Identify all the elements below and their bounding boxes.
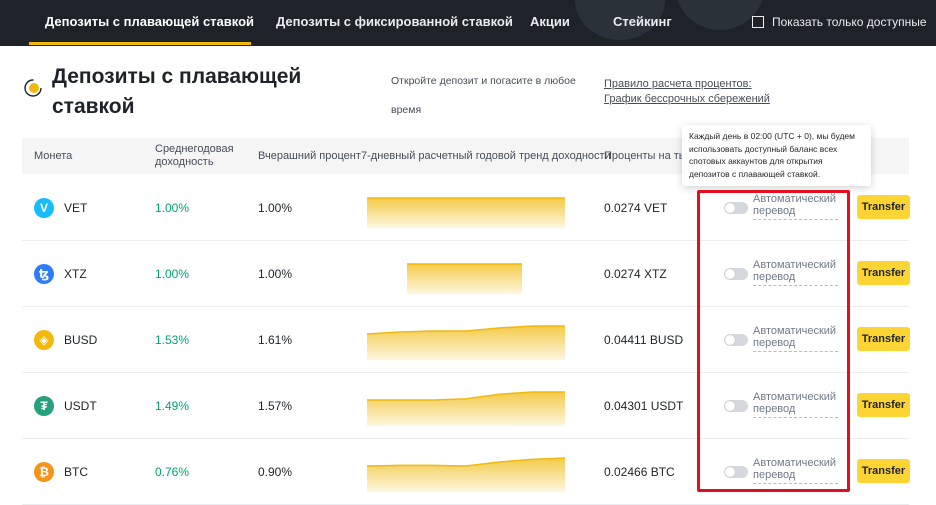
auto-transfer-toggle[interactable] <box>724 202 748 214</box>
apy-value: 1.49% <box>155 399 190 413</box>
show-available-label: Показать только доступные <box>772 15 927 29</box>
tab-promotions[interactable]: Акции <box>530 14 570 29</box>
interest-per-thousand: 0.0274 XTZ <box>604 267 667 281</box>
column-trend: 7-дневный расчетный годовой тренд доходн… <box>361 150 611 162</box>
auto-transfer-toggle[interactable] <box>724 334 748 346</box>
coin-glyph: ◈ <box>39 333 49 347</box>
table-row: ꜩ XTZ 1.00% 1.00% 0.0274 XTZ Автоматичес… <box>22 241 910 307</box>
rule-link-line-1[interactable]: Правило расчета процентов: <box>604 78 770 91</box>
trend-area <box>407 264 522 294</box>
trend-area <box>367 392 565 426</box>
tab-flexible-deposits[interactable]: Депозиты с плавающей ставкой <box>45 14 254 29</box>
interest-per-thousand: 0.0274 VET <box>604 201 668 215</box>
interest-per-thousand: 0.04411 BUSD <box>604 333 684 347</box>
interest-per-thousand: 0.02466 BTC <box>604 465 675 479</box>
yesterday-rate: 1.00% <box>258 267 293 281</box>
auto-transfer-toggle[interactable] <box>724 400 748 412</box>
auto-transfer-label[interactable]: Автоматический перевод <box>753 391 838 418</box>
vet-icon: V <box>34 198 54 218</box>
table-row: ₿ BTC 0.76% 0.90% 0.02466 BTC Автоматиче… <box>22 439 910 505</box>
auto-transfer-toggle[interactable] <box>724 466 748 478</box>
btc-icon: ₿ <box>34 462 54 482</box>
auto-transfer-label[interactable]: Автоматический перевод <box>753 457 838 484</box>
transfer-button[interactable]: Transfer <box>857 459 910 483</box>
flexible-savings-icon <box>24 79 42 97</box>
transfer-button[interactable]: Transfer <box>857 327 910 351</box>
transfer-button[interactable]: Transfer <box>857 393 910 417</box>
table-row: ◈ BUSD 1.53% 1.61% 0.04411 BUSD Автомати… <box>22 307 910 373</box>
checkbox-box[interactable] <box>752 16 764 28</box>
trend-chart <box>367 325 565 360</box>
transfer-button[interactable]: Transfer <box>857 261 910 285</box>
auto-transfer-label[interactable]: Автоматический перевод <box>753 193 838 220</box>
yesterday-rate: 1.61% <box>258 333 293 347</box>
top-navigation: Депозиты с плавающей ставкой Депозиты с … <box>0 0 936 46</box>
auto-transfer-tooltip: Каждый день в 02:00 (UTC + 0), мы будем … <box>682 125 871 186</box>
apy-value: 1.53% <box>155 333 190 347</box>
coin-glyph: ₮ <box>40 399 48 413</box>
xtz-icon: ꜩ <box>34 264 54 284</box>
auto-transfer-toggle[interactable] <box>724 268 748 280</box>
auto-transfer-label[interactable]: Автоматический перевод <box>753 325 838 352</box>
yesterday-rate: 1.57% <box>258 399 293 413</box>
page-description: Откройте депозит и погасите в любое врем… <box>391 75 576 116</box>
column-interest: Проценты на тыс <box>604 150 693 162</box>
trend-area <box>367 198 565 228</box>
coin-name: XTZ <box>64 267 87 281</box>
usdt-icon: ₮ <box>34 396 54 416</box>
trend-chart <box>367 391 565 426</box>
coin-name: BUSD <box>64 333 98 347</box>
active-tab-indicator <box>29 42 251 45</box>
apy-value: 1.00% <box>155 201 190 215</box>
column-coin: Монета <box>34 150 73 162</box>
trend-area <box>367 458 565 492</box>
page-title: Депозиты с плавающей ставкой <box>52 65 302 118</box>
coin-glyph: V <box>39 201 48 215</box>
column-yesterday: Вчерашний процент <box>258 150 361 162</box>
coin-glyph: ꜩ <box>38 267 50 281</box>
trend-chart <box>407 263 522 294</box>
rule-link-line-2[interactable]: График бессрочных сбережений <box>604 93 770 106</box>
interest-per-thousand: 0.04301 USDT <box>604 399 684 413</box>
tab-staking[interactable]: Стейкинг <box>613 14 672 29</box>
interest-rule-link[interactable]: Правило расчета процентов: График бессро… <box>604 78 770 106</box>
apy-value: 1.00% <box>155 267 190 281</box>
tab-locked-deposits[interactable]: Депозиты с фиксированной ставкой <box>276 14 513 29</box>
coin-name: BTC <box>64 465 88 479</box>
coin-glyph: ₿ <box>39 465 49 479</box>
apy-value: 0.76% <box>155 465 190 479</box>
column-apy[interactable]: Среднегодовая доходность <box>155 143 240 169</box>
yesterday-rate: 0.90% <box>258 465 293 479</box>
trend-chart <box>367 457 566 492</box>
table-row: ₮ USDT 1.49% 1.57% 0.04301 USDT Автомати… <box>22 373 910 439</box>
coin-name: VET <box>64 201 88 215</box>
auto-transfer-label[interactable]: Автоматический перевод <box>753 259 838 286</box>
transfer-button[interactable]: Transfer <box>857 195 910 219</box>
show-available-checkbox[interactable]: Показать только доступные <box>752 15 927 29</box>
busd-icon: ◈ <box>34 330 54 350</box>
yesterday-rate: 1.00% <box>258 201 293 215</box>
trend-chart <box>367 197 565 228</box>
coin-name: USDT <box>64 399 97 413</box>
